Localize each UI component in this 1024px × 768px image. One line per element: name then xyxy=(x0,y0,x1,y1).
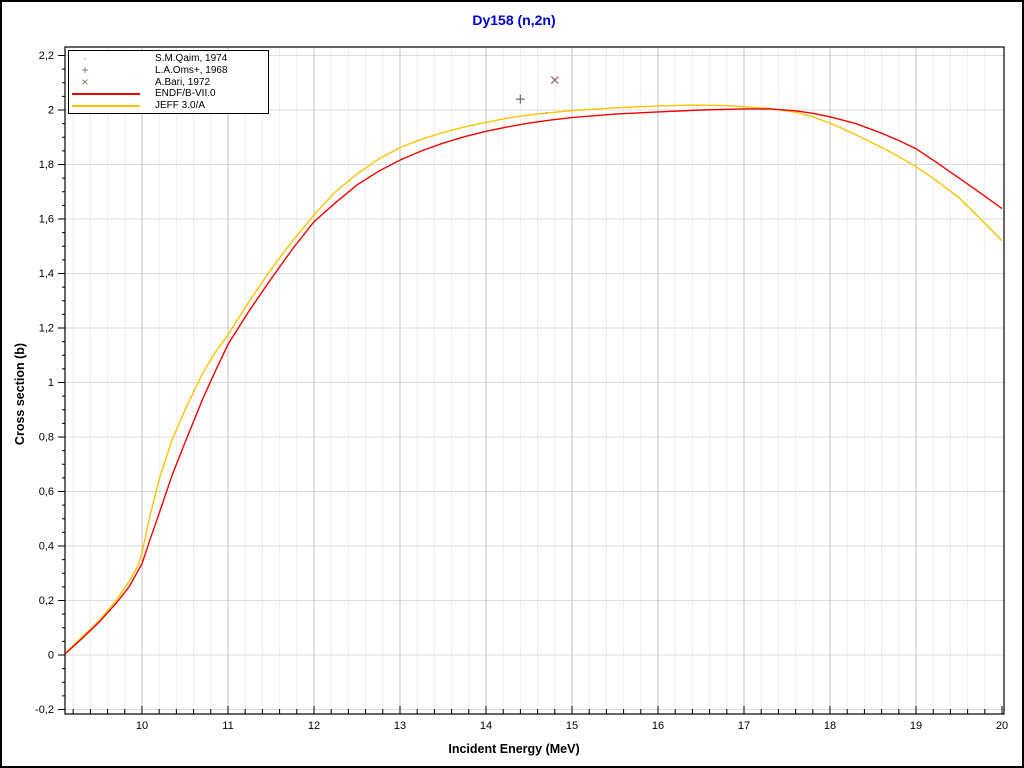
y-tick-label: 2 xyxy=(48,105,54,117)
legend-marker-x-icon: × xyxy=(81,74,89,89)
x-tick-label: 16 xyxy=(652,720,664,732)
y-tick-label: 0,2 xyxy=(39,595,54,607)
legend-item: ENDF/B-VII.0 xyxy=(69,88,268,100)
x-tick-label: 13 xyxy=(394,720,406,732)
legend: · S.M.Qaim, 1974 + L.A.Oms+, 1968 × A.Bari, 1… xyxy=(68,50,269,114)
legend-line-swatch xyxy=(72,93,140,96)
legend-label: ENDF/B-VII.0 xyxy=(155,88,216,100)
plot-area[interactable]: 10 11 12 13 14 15 16 17 18 19 20-0,200,20,40,60,81… xyxy=(2,2,1024,768)
legend-item: · S.M.Qaim, 1974 xyxy=(69,52,268,65)
legend-label: A.Bari, 1972 xyxy=(155,76,211,88)
y-axis-label: Cross section (b) xyxy=(13,342,27,446)
x-tick-label: 15 xyxy=(566,720,578,732)
y-tick-label: 0,6 xyxy=(39,486,54,498)
x-tick-label: 17 xyxy=(738,720,750,732)
x-tick-label: 18 xyxy=(824,720,836,732)
legend-item: + L.A.Oms+, 1968 xyxy=(69,64,268,77)
y-tick-label: 0,4 xyxy=(39,541,54,553)
y-tick-label: 2,2 xyxy=(39,50,54,62)
legend-item: × A.Bari, 1972 xyxy=(69,74,268,89)
marker-s-m-qaim-1974 xyxy=(545,111,548,114)
x-tick-label: 10 xyxy=(136,720,148,732)
y-tick-label: 1,8 xyxy=(39,159,54,171)
chart-window: Dy158 (n,2n) 10 11 12 13 14 15 16 17 18 19 20 -0,2 0… xyxy=(0,0,1024,768)
legend-item: JEFF 3.0/A xyxy=(69,100,268,112)
marker-l-a-oms-1968 xyxy=(515,94,525,104)
curve-jeff-3-0-a xyxy=(64,104,1003,654)
legend-label: L.A.Oms+, 1968 xyxy=(155,64,228,76)
y-tick-label: -0,2 xyxy=(35,704,54,716)
legend-line-swatch xyxy=(72,105,140,108)
x-tick-label: 14 xyxy=(480,720,492,732)
curve-endf-b-vii-0 xyxy=(64,108,1003,655)
y-tick-label: 1 xyxy=(48,377,54,389)
y-tick-label: 0 xyxy=(48,650,54,662)
x-tick-label: 11 xyxy=(222,720,233,732)
x-tick-label: 19 xyxy=(910,720,922,732)
x-axis-label: Incident Energy (MeV) xyxy=(448,742,580,756)
y-tick-label: 0,8 xyxy=(39,432,54,444)
legend-label: S.M.Qaim, 1974 xyxy=(155,53,228,64)
plot-frame xyxy=(64,46,1005,715)
x-tick-label: 20 xyxy=(996,720,1008,732)
legend-label: JEFF 3.0/A xyxy=(155,100,206,112)
y-tick-label: 1,2 xyxy=(39,323,54,335)
y-tick-label: 1,4 xyxy=(39,268,54,280)
x-tick-label: 12 xyxy=(308,720,320,732)
y-tick-label: 1,6 xyxy=(39,214,54,226)
